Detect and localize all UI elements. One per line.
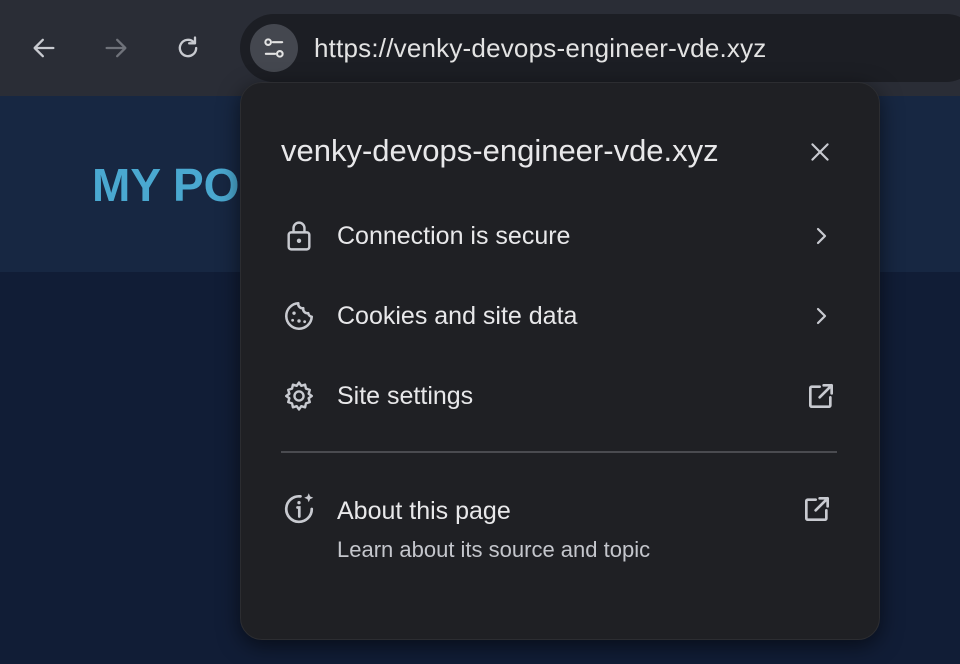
arrow-left-icon — [33, 38, 55, 58]
row-label: About this page — [337, 497, 511, 525]
tune-icon — [264, 38, 284, 58]
page-title: MY PO — [92, 159, 240, 211]
forward-button[interactable] — [92, 24, 140, 72]
chevron-right-icon — [803, 298, 839, 334]
site-info-button[interactable] — [250, 24, 298, 72]
popup-domain-title: venky-devops-engineer-vde.xyz — [281, 133, 719, 168]
cookie-icon — [281, 298, 317, 334]
back-button[interactable] — [20, 24, 68, 72]
close-icon — [811, 143, 829, 161]
connection-secure-row[interactable]: Connection is secure — [241, 196, 881, 276]
url-text[interactable]: https://venky-devops-engineer-vde.xyz — [314, 33, 767, 64]
open-in-new-icon — [799, 491, 835, 527]
reload-icon — [178, 36, 198, 58]
divider — [281, 451, 837, 453]
row-label: Connection is secure — [337, 222, 571, 250]
close-button[interactable] — [803, 135, 837, 169]
chevron-right-icon — [803, 218, 839, 254]
cookies-row[interactable]: Cookies and site data — [241, 276, 881, 356]
row-label: Cookies and site data — [337, 302, 578, 330]
arrow-right-icon — [105, 38, 127, 58]
site-info-popup: venky-devops-engineer-vde.xyz Connection… — [240, 82, 880, 640]
about-page-row[interactable]: About this page Learn about its source a… — [241, 471, 881, 579]
lock-icon — [281, 218, 317, 254]
site-settings-row[interactable]: Site settings — [241, 356, 881, 436]
row-sublabel: Learn about its source and topic — [337, 537, 651, 562]
info-sparkle-icon — [281, 491, 317, 527]
address-bar[interactable]: https://venky-devops-engineer-vde.xyz — [240, 14, 960, 82]
gear-icon — [281, 378, 317, 414]
open-in-new-icon — [803, 378, 839, 414]
reload-button[interactable] — [164, 24, 212, 72]
row-label: Site settings — [337, 382, 474, 410]
